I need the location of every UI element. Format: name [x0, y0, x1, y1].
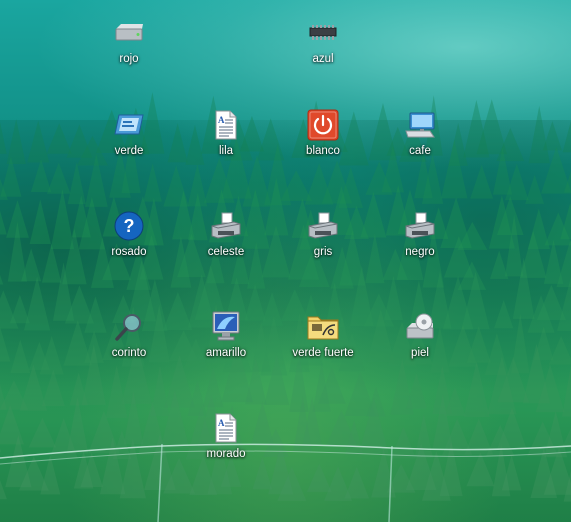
icon-label: morado: [206, 448, 246, 460]
search-icon: [112, 310, 146, 344]
icon-label: blanco: [306, 145, 340, 157]
document-icon: A: [209, 411, 243, 445]
folder-icon: [306, 310, 340, 344]
desktop-icon-cafe[interactable]: cafe: [380, 104, 460, 170]
desktop-icon-morado[interactable]: A morado: [186, 407, 266, 473]
drive-icon: [112, 16, 146, 50]
icon-label: rojo: [119, 53, 139, 65]
desktop-icon-celeste[interactable]: celeste: [186, 205, 266, 271]
desktop-icon-blanco[interactable]: blanco: [283, 104, 363, 170]
help-icon: ?: [112, 209, 146, 243]
svg-text:?: ?: [124, 216, 135, 236]
desktop-icon-piel[interactable]: piel: [380, 306, 460, 372]
icon-label: verde fuerte: [292, 347, 354, 359]
desktop-icon-azul[interactable]: azul: [283, 12, 363, 78]
document-icon: A: [209, 108, 243, 142]
desktop-icon-verde[interactable]: verde: [89, 104, 169, 170]
desktop-icon-negro[interactable]: negro: [380, 205, 460, 271]
chip-icon: [306, 16, 340, 50]
icon-label: piel: [411, 347, 429, 359]
icon-label: corinto: [111, 347, 147, 359]
icon-label: amarillo: [205, 347, 247, 359]
icon-label: lila: [218, 145, 234, 157]
desktop-icon-rosado[interactable]: ? rosado: [89, 205, 169, 271]
monitor-icon: [209, 310, 243, 344]
power-icon: [306, 108, 340, 142]
icon-label: celeste: [207, 246, 245, 258]
svg-text:A: A: [218, 418, 225, 428]
printer-icon: [209, 209, 243, 243]
icon-label: gris: [313, 246, 333, 258]
screen-icon: [112, 108, 146, 142]
computer-icon: [403, 108, 437, 142]
icon-label: verde: [114, 145, 144, 157]
icon-label: negro: [405, 246, 435, 258]
printer-icon: [403, 209, 437, 243]
desktop-icon-lila[interactable]: A lila: [186, 104, 266, 170]
disc-drive-icon: [403, 310, 437, 344]
icon-label: cafe: [409, 145, 431, 157]
desktop-icon-rojo[interactable]: rojo: [89, 12, 169, 78]
desktop-icon-gris[interactable]: gris: [283, 205, 363, 271]
printer-icon: [306, 209, 340, 243]
icon-label: azul: [312, 53, 334, 65]
desktop-icon-corinto[interactable]: corinto: [89, 306, 169, 372]
desktop-icon-amarillo[interactable]: amarillo: [186, 306, 266, 372]
svg-text:A: A: [218, 115, 225, 125]
desktop-icon-verde-fuerte[interactable]: verde fuerte: [283, 306, 363, 372]
icon-label: rosado: [111, 246, 147, 258]
